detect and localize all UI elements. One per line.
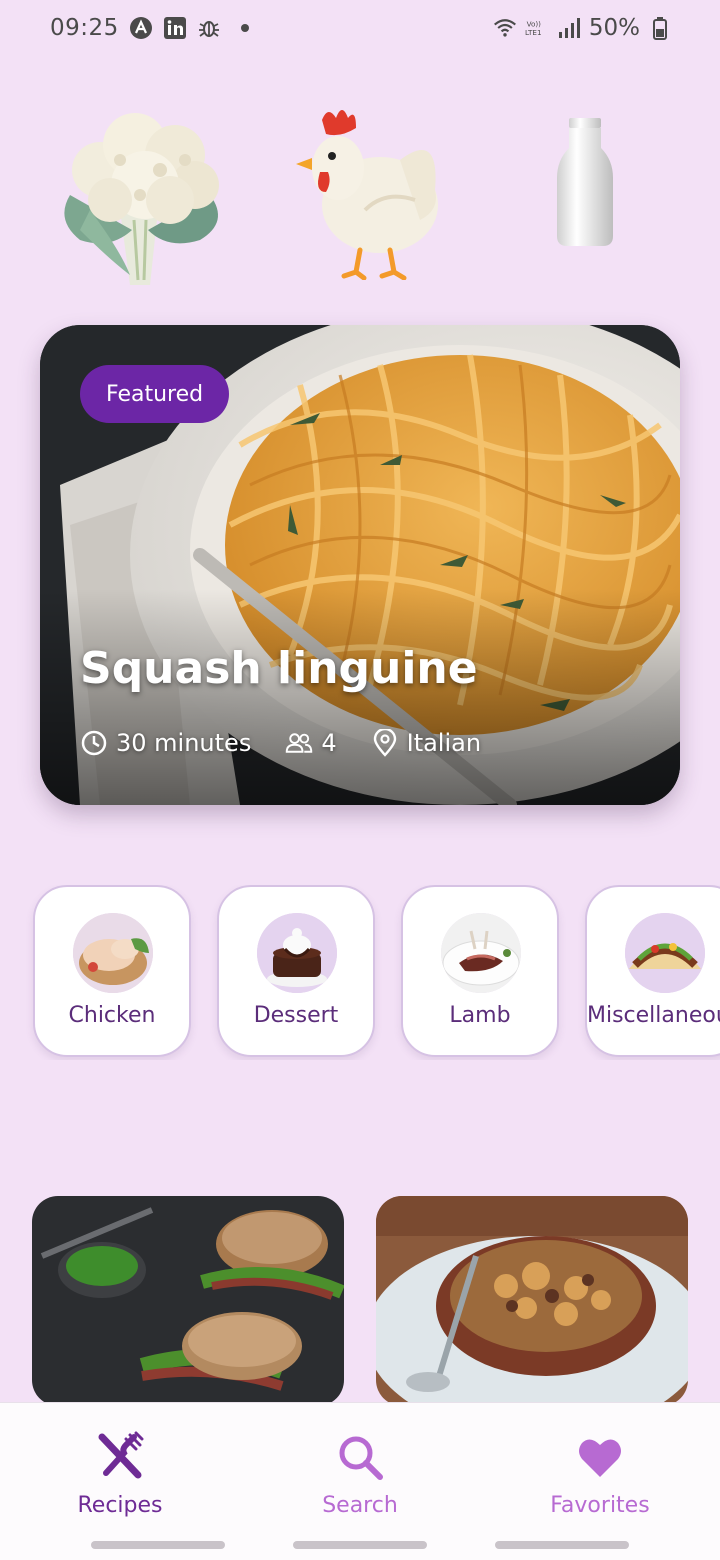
signal-icon [557, 16, 581, 40]
nav-recipes-label: Recipes [77, 1493, 163, 1518]
meta-servings-label: 4 [321, 729, 337, 757]
featured-recipe-card[interactable]: Featured Squash linguine 30 minutes 4 It… [40, 325, 680, 805]
cauliflower-icon[interactable] [50, 100, 230, 290]
nav-indicator-2 [293, 1541, 427, 1549]
nav-favorites-label: Favorites [550, 1493, 650, 1518]
volte-icon: Vo)) LTE1 [525, 16, 549, 40]
bug-icon [197, 16, 221, 40]
featured-meta: 30 minutes 4 Italian [80, 729, 515, 757]
status-right: Vo)) LTE1 50% [493, 15, 672, 41]
category-chicken-image [73, 913, 153, 993]
category-list[interactable]: Chicken Dessert Lamb Miscellaneous [0, 885, 720, 1060]
meta-cuisine-label: Italian [406, 729, 482, 757]
category-lamb[interactable]: Lamb [401, 885, 559, 1057]
recipe-card-2[interactable] [376, 1196, 688, 1406]
recipe-image-stew [376, 1196, 688, 1406]
meta-time: 30 minutes [80, 729, 251, 757]
recipe-image-steak-sandwich [32, 1196, 344, 1406]
meta-cuisine: Italian [371, 729, 481, 757]
meta-time-label: 30 minutes [116, 729, 252, 757]
ingredient-row [40, 100, 680, 300]
nav-app-icon [129, 16, 153, 40]
svg-text:Vo)): Vo)) [526, 19, 541, 28]
chicken-icon[interactable] [290, 100, 450, 280]
wifi-icon [493, 16, 517, 40]
category-miscellaneous-image [625, 913, 705, 993]
category-dessert[interactable]: Dessert [217, 885, 375, 1057]
status-bar: 09:25 Vo)) LTE1 50% [0, 0, 720, 56]
people-icon [286, 733, 313, 753]
category-chicken[interactable]: Chicken [33, 885, 191, 1057]
recipe-card-1[interactable] [32, 1196, 344, 1406]
category-lamb-image [441, 913, 521, 993]
category-miscellaneous[interactable]: Miscellaneous [585, 885, 720, 1057]
nav-indicator-1 [91, 1541, 225, 1549]
category-label: Miscellaneous [587, 1003, 720, 1028]
svg-text:LTE1: LTE1 [525, 28, 542, 37]
utensils-icon [98, 1431, 144, 1479]
category-label: Dessert [253, 1003, 339, 1028]
meta-servings: 4 [285, 729, 337, 757]
location-pin-icon [373, 729, 396, 757]
nav-indicator-3 [495, 1541, 629, 1549]
nav-favorites[interactable]: Favorites [500, 1431, 700, 1518]
status-time: 09:25 [50, 15, 119, 41]
dot-icon [240, 24, 249, 32]
category-label: Lamb [449, 1003, 511, 1028]
clock-icon [81, 730, 107, 756]
featured-badge: Featured [80, 365, 230, 423]
battery-level: 50% [588, 15, 640, 41]
featured-title: Squash linguine [80, 643, 478, 694]
battery-icon [648, 16, 672, 40]
milk-bottle-icon[interactable] [545, 100, 625, 250]
search-icon [339, 1436, 383, 1480]
category-dessert-image [257, 913, 337, 993]
nav-search-label: Search [322, 1493, 398, 1518]
heart-icon [579, 1439, 621, 1477]
status-left: 09:25 [50, 15, 249, 41]
category-label: Chicken [68, 1003, 156, 1028]
bottom-navigation: Recipes Search Favorites [0, 1402, 720, 1560]
nav-search[interactable]: Search [260, 1431, 460, 1518]
nav-recipes[interactable]: Recipes [20, 1431, 220, 1518]
linkedin-icon [163, 16, 187, 40]
